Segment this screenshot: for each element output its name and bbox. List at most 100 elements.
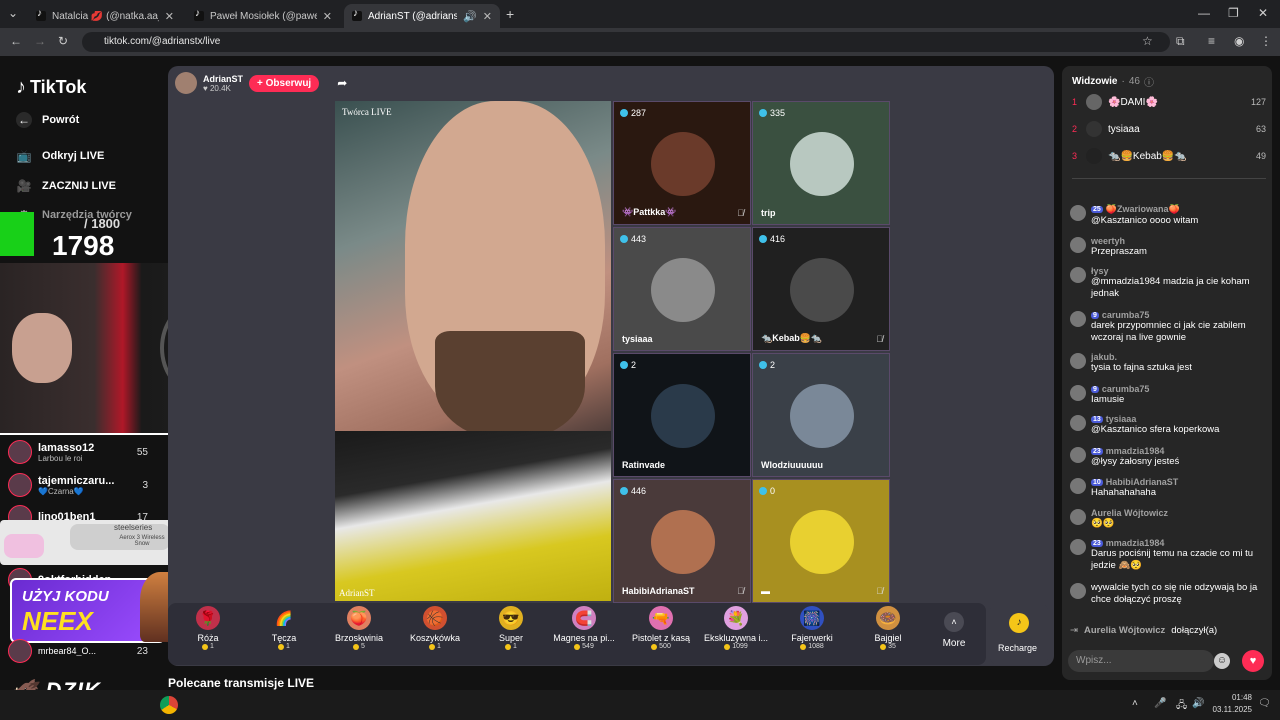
- tiktok-logo[interactable]: ♪ TikTok: [16, 76, 86, 99]
- top-viewer[interactable]: 1 🌸DAMI🌸 127: [1072, 91, 1266, 113]
- chat-author[interactable]: 13 tysiaaa: [1091, 414, 1219, 424]
- host-name[interactable]: AdrianST: [203, 74, 243, 84]
- chat-author[interactable]: 10 HabibiAdrianaST: [1091, 477, 1178, 487]
- chat-author[interactable]: 23 mmadzia1984: [1091, 538, 1266, 548]
- host-video[interactable]: Twórca LIVE AdrianST: [335, 101, 611, 601]
- chat-author[interactable]: 9 carumba75: [1091, 310, 1266, 320]
- more-gifts-button[interactable]: ˄ More: [924, 612, 984, 649]
- avatar[interactable]: [1070, 478, 1086, 494]
- gift-koszykowka[interactable]: 🏀 Koszykówka 1: [402, 606, 468, 650]
- guest-tile-8[interactable]: 0 ▬ 🎙̸: [752, 479, 890, 603]
- avatar[interactable]: [1070, 415, 1086, 431]
- menu-icon[interactable]: ⋮: [1260, 34, 1272, 48]
- back-link[interactable]: ← Powrót: [16, 112, 79, 128]
- gift-tecza[interactable]: 🌈 Tęcza 1: [251, 606, 317, 651]
- close-icon[interactable]: ✕: [323, 10, 332, 23]
- recharge-button[interactable]: ♪ Recharge: [990, 603, 1048, 665]
- following-item[interactable]: lamasso12 Larbou le roi 55: [8, 437, 158, 467]
- reload-icon[interactable]: ↻: [58, 34, 68, 48]
- chat-author[interactable]: Aurelia Wójtowicz: [1091, 508, 1168, 518]
- gift-ekskluzywna[interactable]: 💐 Ekskluzywna i... 1099: [703, 606, 769, 650]
- url-field[interactable]: tiktok.com/@adrianstx/live: [82, 32, 1170, 52]
- heart-icon[interactable]: ♥: [1242, 650, 1264, 672]
- chrome-taskbar-icon[interactable]: [160, 696, 178, 714]
- gift-name: Koszykówka: [409, 633, 461, 643]
- camera-icon: 🎥: [16, 179, 32, 193]
- chat-author[interactable]: łysy: [1091, 266, 1266, 276]
- follow-button[interactable]: + Obserwuj: [249, 74, 320, 92]
- gift-bajgiel[interactable]: 🍩 Bajgiel 35: [855, 606, 921, 650]
- avatar[interactable]: [1070, 267, 1086, 283]
- clock-date[interactable]: 03.11.2025: [1206, 705, 1252, 714]
- avatar[interactable]: [1070, 205, 1086, 221]
- guest-tile-1[interactable]: 287 👾Pattkka👾 🎙̸: [613, 101, 751, 225]
- gift-super[interactable]: 😎 Super 1: [478, 606, 544, 650]
- chat-author[interactable]: weertyh: [1091, 236, 1147, 246]
- chat-author[interactable]: 25 🍑Zwariowana🍑: [1091, 204, 1198, 215]
- speaker-icon[interactable]: 🔊: [463, 10, 477, 23]
- gift-brzoskwinia[interactable]: 🍑 Brzoskwinia 5: [326, 606, 392, 650]
- chat-author[interactable]: 23 mmadzia1984: [1091, 446, 1179, 456]
- following-item[interactable]: mrbear84_O... 23: [8, 636, 158, 666]
- avatar[interactable]: [1070, 385, 1086, 401]
- recharge-label: Recharge: [998, 643, 1038, 653]
- host-avatar[interactable]: [175, 72, 197, 94]
- info-icon[interactable]: ⓘ: [1144, 74, 1154, 89]
- window-close-icon[interactable]: ✕: [1258, 6, 1268, 20]
- new-tab-icon[interactable]: +: [506, 6, 514, 22]
- tab-pawel[interactable]: Paweł Mosiołek (@pawelmosiolek) prowadzi…: [186, 4, 340, 28]
- minimize-icon[interactable]: —: [1198, 6, 1210, 20]
- tab-search-icon[interactable]: ⌄: [8, 6, 18, 20]
- extensions-icon[interactable]: ⧉: [1176, 34, 1185, 49]
- chat-message: 10 HabibiAdrianaST Hahahahahaha: [1070, 477, 1266, 499]
- nav-start-live[interactable]: 🎥 ZACZNIJ LIVE: [16, 178, 116, 194]
- gift-pistolet[interactable]: 🔫 Pistolet z kasą 500: [628, 606, 694, 650]
- gift-name: Róża: [197, 633, 219, 643]
- guest-tile-4[interactable]: 416 🐀Kebab🍔🐀 🎙̸: [752, 227, 890, 351]
- gift-roza[interactable]: 🌹 Róża 1: [175, 606, 241, 650]
- profile-icon[interactable]: ◉: [1234, 34, 1244, 48]
- following-item[interactable]: tajemniczaru... 💙Czarna💙 3: [8, 470, 158, 500]
- mic-icon[interactable]: 🎤: [1154, 698, 1166, 709]
- network-icon[interactable]: 🖧: [1176, 698, 1187, 715]
- restore-icon[interactable]: ❐: [1228, 6, 1239, 20]
- media-icon[interactable]: ≡: [1208, 34, 1215, 48]
- tray-chevron-icon[interactable]: ˄: [1132, 698, 1138, 709]
- clock-time[interactable]: 01:48: [1212, 693, 1252, 702]
- bookmark-star-icon[interactable]: ☆: [1142, 34, 1153, 48]
- gift-fajerwerki[interactable]: 🎆 Fajerwerki 1088: [779, 606, 845, 650]
- guest-tile-5[interactable]: 2 Ratinvade: [613, 353, 751, 477]
- avatar[interactable]: [1070, 583, 1086, 599]
- top-viewer[interactable]: 2 tysiaaa 63: [1072, 118, 1266, 140]
- avatar[interactable]: [1070, 353, 1086, 369]
- peach-icon: 🍑: [347, 606, 371, 630]
- avatar: [8, 639, 32, 663]
- nav-discover-live[interactable]: 📺 Odkryj LIVE: [16, 148, 105, 164]
- close-icon[interactable]: ✕: [165, 10, 174, 23]
- chat-author[interactable]: 9 carumba75: [1091, 384, 1149, 394]
- volume-icon[interactable]: 🔊: [1192, 698, 1204, 709]
- coin-icon: [574, 643, 581, 650]
- avatar[interactable]: [1070, 237, 1086, 253]
- tab-natalcia[interactable]: Natalcia 💋 (@natka.aa_) prowadzi transmi…: [28, 4, 182, 28]
- chat-input[interactable]: Wpisz...: [1068, 650, 1214, 672]
- emoji-icon[interactable]: ☺: [1214, 653, 1230, 669]
- avatar[interactable]: [1070, 447, 1086, 463]
- avatar[interactable]: [1070, 539, 1086, 555]
- top-viewer[interactable]: 3 🐀🍔Kebab🍔🐀 49: [1072, 145, 1266, 167]
- back-arrow-icon[interactable]: ←: [10, 34, 22, 48]
- forward-arrow-icon[interactable]: →: [34, 34, 46, 48]
- guest-tile-6[interactable]: 2 Wlodziuuuuuu: [752, 353, 890, 477]
- guest-tile-2[interactable]: 335 trip: [752, 101, 890, 225]
- share-icon[interactable]: ➦: [337, 76, 347, 90]
- guest-tile-7[interactable]: 446 HabibiAdrianaST 🎙̸: [613, 479, 751, 603]
- coin-icon: [278, 643, 285, 650]
- notification-icon[interactable]: 🗨: [1258, 698, 1271, 709]
- tab-adrianst[interactable]: AdrianST (@adrianstx) prowadzi transmisj…: [344, 4, 500, 28]
- close-icon[interactable]: ✕: [483, 10, 492, 23]
- gift-magnes[interactable]: 🧲 Magnes na pi... 549: [551, 606, 617, 650]
- avatar[interactable]: [1070, 509, 1086, 525]
- chat-author[interactable]: jakub.: [1091, 352, 1192, 362]
- guest-tile-3[interactable]: 443 tysiaaa: [613, 227, 751, 351]
- avatar[interactable]: [1070, 311, 1086, 327]
